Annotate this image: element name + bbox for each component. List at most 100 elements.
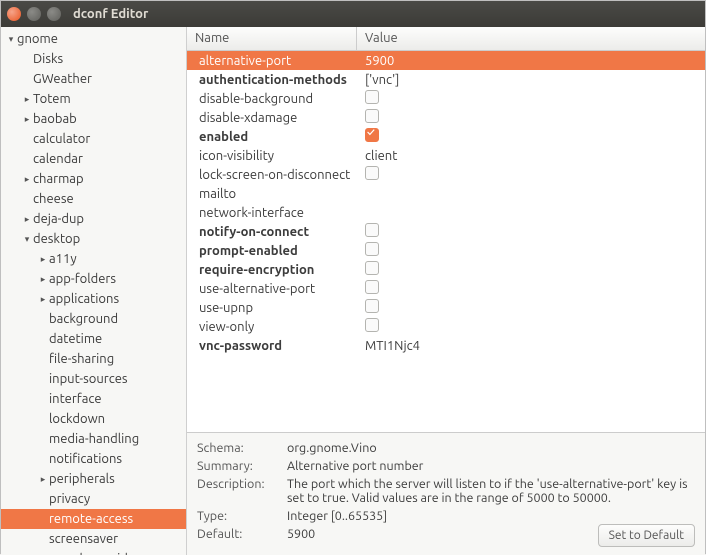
checkbox[interactable] — [365, 242, 379, 256]
summary-label: Summary: — [197, 459, 287, 473]
description-label: Description: — [197, 477, 287, 505]
setting-name: alternative-port — [187, 54, 357, 68]
tree-item-desktop[interactable]: ▾desktop — [1, 229, 186, 249]
checkbox[interactable] — [365, 128, 379, 142]
setting-value — [357, 166, 705, 183]
tree-item-totem[interactable]: ▸Totem — [1, 89, 186, 109]
tree-item-a11y[interactable]: ▸a11y — [1, 249, 186, 269]
setting-value[interactable]: 5900 — [357, 54, 705, 68]
setting-row-disable-xdamage[interactable]: disable-xdamage — [187, 108, 705, 127]
setting-row-network-interface[interactable]: network-interface — [187, 203, 705, 222]
minimize-icon[interactable] — [27, 7, 41, 21]
tree-item-media-handling[interactable]: media-handling — [1, 429, 186, 449]
setting-row-lock-screen-on-disconnect[interactable]: lock-screen-on-disconnect — [187, 165, 705, 184]
tree-item-label: charmap — [33, 172, 84, 186]
tree-item-disks[interactable]: Disks — [1, 49, 186, 69]
tree-item-label: privacy — [49, 492, 90, 506]
blank-area — [187, 355, 705, 432]
setting-row-prompt-enabled[interactable]: prompt-enabled — [187, 241, 705, 260]
maximize-icon[interactable] — [47, 7, 61, 21]
tree-item-applications[interactable]: ▸applications — [1, 289, 186, 309]
tree-item-lockdown[interactable]: lockdown — [1, 409, 186, 429]
checkbox[interactable] — [365, 261, 379, 275]
setting-row-authentication-methods[interactable]: authentication-methods['vnc'] — [187, 70, 705, 89]
setting-row-use-alternative-port[interactable]: use-alternative-port — [187, 279, 705, 298]
setting-row-notify-on-connect[interactable]: notify-on-connect — [187, 222, 705, 241]
tree-sidebar[interactable]: ▾gnomeDisksGWeather▸Totem▸baobabcalculat… — [1, 27, 187, 555]
setting-value — [357, 299, 705, 316]
setting-row-icon-visibility[interactable]: icon-visibilityclient — [187, 146, 705, 165]
setting-row-use-upnp[interactable]: use-upnp — [187, 298, 705, 317]
header-name[interactable]: Name — [187, 27, 357, 50]
chevron-right-icon[interactable]: ▸ — [37, 294, 49, 305]
close-icon[interactable] — [7, 7, 21, 21]
type-label: Type: — [197, 509, 287, 523]
tree-item-baobab[interactable]: ▸baobab — [1, 109, 186, 129]
tree-item-calculator[interactable]: calculator — [1, 129, 186, 149]
checkbox[interactable] — [365, 90, 379, 104]
schema-value: org.gnome.Vino — [287, 441, 695, 455]
checkbox[interactable] — [365, 109, 379, 123]
tree-item-charmap[interactable]: ▸charmap — [1, 169, 186, 189]
setting-name: require-encryption — [187, 263, 357, 277]
tree-item-background[interactable]: background — [1, 309, 186, 329]
chevron-right-icon[interactable]: ▸ — [37, 254, 49, 265]
setting-value[interactable]: ['vnc'] — [357, 73, 705, 87]
setting-row-require-encryption[interactable]: require-encryption — [187, 260, 705, 279]
tree-item-cheese[interactable]: cheese — [1, 189, 186, 209]
tree-item-screensaver[interactable]: screensaver — [1, 529, 186, 549]
setting-row-alternative-port[interactable]: alternative-port5900 — [187, 51, 705, 70]
setting-value[interactable]: client — [357, 149, 705, 163]
setting-name: notify-on-connect — [187, 225, 357, 239]
checkbox[interactable] — [365, 299, 379, 313]
tree-item-file-sharing[interactable]: file-sharing — [1, 349, 186, 369]
set-to-default-button[interactable]: Set to Default — [598, 524, 695, 547]
chevron-right-icon[interactable]: ▸ — [21, 94, 33, 105]
tree-item-calendar[interactable]: calendar — [1, 149, 186, 169]
tree-item-label: cheese — [33, 192, 74, 206]
setting-value[interactable]: MTI1Njc4 — [357, 339, 705, 353]
setting-value — [357, 128, 705, 145]
tree-item-datetime[interactable]: datetime — [1, 329, 186, 349]
chevron-right-icon[interactable]: ▸ — [37, 474, 49, 485]
setting-value — [357, 318, 705, 335]
setting-row-vnc-password[interactable]: vnc-passwordMTI1Njc4 — [187, 336, 705, 355]
chevron-right-icon[interactable]: ▸ — [21, 114, 33, 125]
setting-name: disable-xdamage — [187, 111, 357, 125]
tree-item-gnome[interactable]: ▾gnome — [1, 29, 186, 49]
setting-row-enabled[interactable]: enabled — [187, 127, 705, 146]
type-value: Integer [0..65535] — [287, 509, 695, 523]
setting-name: vnc-password — [187, 339, 357, 353]
checkbox[interactable] — [365, 318, 379, 332]
tree-item-deja-dup[interactable]: ▸deja-dup — [1, 209, 186, 229]
setting-row-view-only[interactable]: view-only — [187, 317, 705, 336]
tree-item-label: baobab — [33, 112, 77, 126]
chevron-down-icon[interactable]: ▾ — [5, 34, 17, 45]
tree-item-input-sources[interactable]: input-sources — [1, 369, 186, 389]
tree-item-gweather[interactable]: GWeather — [1, 69, 186, 89]
window-title: dconf Editor — [73, 7, 148, 21]
chevron-right-icon[interactable]: ▸ — [21, 214, 33, 225]
tree-item-label: input-sources — [49, 372, 128, 386]
setting-row-mailto[interactable]: mailto — [187, 184, 705, 203]
tree-item-peripherals[interactable]: ▸peripherals — [1, 469, 186, 489]
checkbox[interactable] — [365, 223, 379, 237]
details-pane: Schema: org.gnome.Vino Summary: Alternat… — [187, 432, 705, 555]
tree-item-label: Totem — [33, 92, 71, 106]
header-value[interactable]: Value — [357, 27, 406, 50]
tree-item-app-folders[interactable]: ▸app-folders — [1, 269, 186, 289]
chevron-right-icon[interactable]: ▸ — [21, 174, 33, 185]
setting-row-disable-background[interactable]: disable-background — [187, 89, 705, 108]
tree-item-privacy[interactable]: privacy — [1, 489, 186, 509]
tree-item-interface[interactable]: interface — [1, 389, 186, 409]
setting-name: prompt-enabled — [187, 244, 357, 258]
tree-item-search-providers[interactable]: search-providers — [1, 549, 186, 555]
checkbox[interactable] — [365, 280, 379, 294]
chevron-down-icon[interactable]: ▾ — [21, 234, 33, 245]
tree-item-label: gnome — [17, 32, 58, 46]
chevron-right-icon[interactable]: ▸ — [37, 274, 49, 285]
tree-item-notifications[interactable]: notifications — [1, 449, 186, 469]
checkbox[interactable] — [365, 166, 379, 180]
tree-item-remote-access[interactable]: remote-access — [1, 509, 186, 529]
tree-item-label: desktop — [33, 232, 80, 246]
